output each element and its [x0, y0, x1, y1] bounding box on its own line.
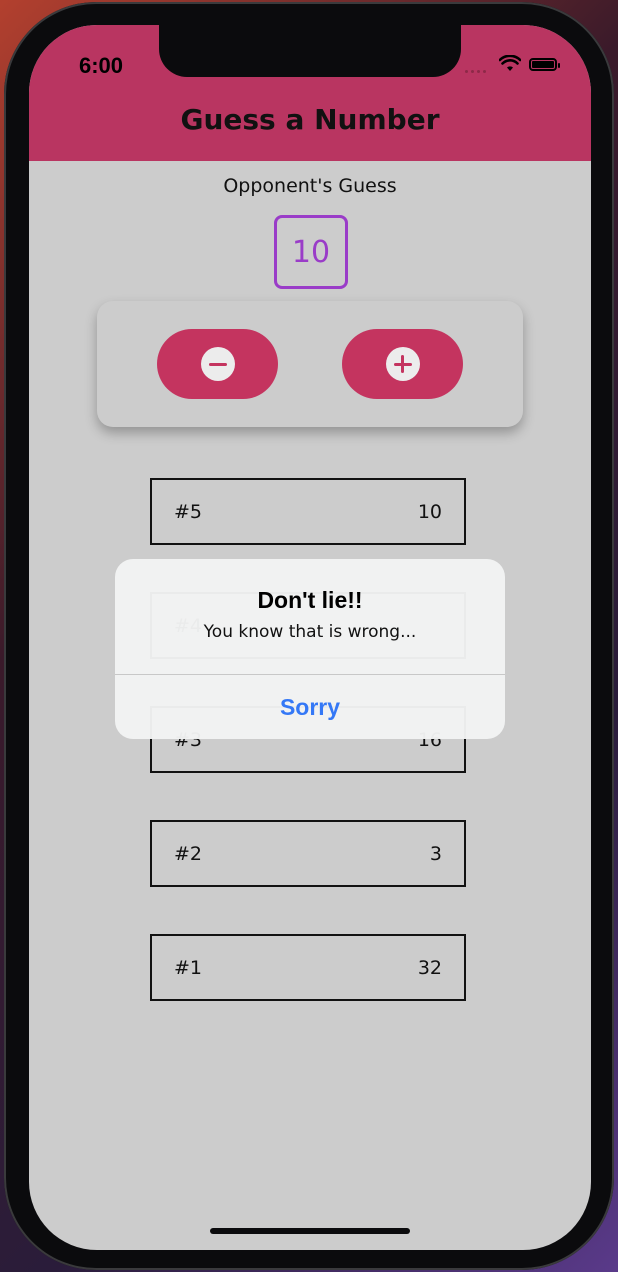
alert-message: You know that is wrong... — [203, 622, 417, 642]
phone-frame: 6:00 Guess a Number Opponent's Guess 10 … — [4, 2, 614, 1270]
sorry-button[interactable]: Sorry — [115, 675, 505, 739]
alert-title: Don't lie!! — [257, 587, 363, 613]
app-screen: 6:00 Guess a Number Opponent's Guess 10 … — [29, 25, 591, 1250]
home-indicator[interactable] — [210, 1228, 410, 1234]
alert-dialog: Don't lie!! You know that is wrong... So… — [115, 559, 505, 739]
